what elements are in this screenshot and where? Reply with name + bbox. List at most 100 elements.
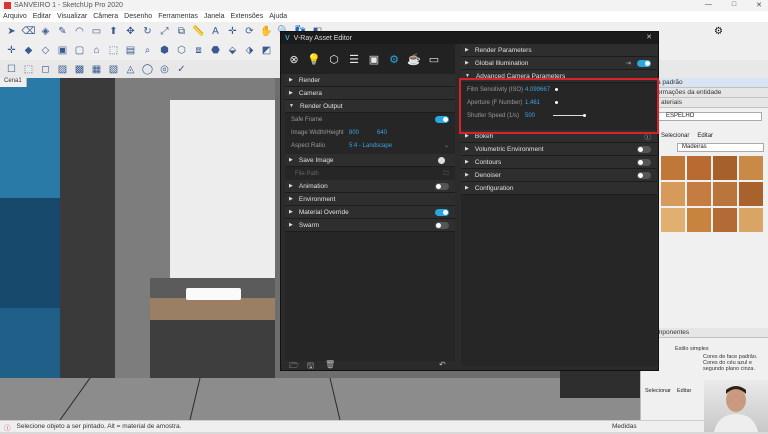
- back-edges-icon[interactable]: ⬚: [21, 62, 36, 77]
- axes-icon[interactable]: ✛: [225, 24, 240, 39]
- save-icon[interactable]: 🖫: [307, 360, 314, 374]
- pan-icon[interactable]: ✋: [259, 24, 274, 39]
- chevron-down-icon[interactable]: ⌄: [444, 142, 449, 149]
- menu-camera[interactable]: Câmera: [93, 13, 118, 20]
- save-image-radio[interactable]: [438, 156, 445, 164]
- materials-icon[interactable]: ▤: [123, 43, 138, 58]
- gi-toggle[interactable]: [637, 59, 651, 67]
- top-view-icon[interactable]: ▣: [55, 43, 70, 58]
- menu-arquivo[interactable]: Arquivo: [3, 13, 27, 20]
- category-select[interactable]: Madeiras: [677, 143, 764, 152]
- vray-close-button[interactable]: ✕: [646, 33, 652, 41]
- hidden-line-icon[interactable]: ▨: [55, 62, 70, 77]
- iso-view-icon[interactable]: ◇: [38, 43, 53, 58]
- denoiser-toggle[interactable]: [637, 171, 651, 179]
- select-icon[interactable]: ➤: [4, 24, 19, 39]
- swatch[interactable]: [687, 156, 711, 180]
- tape-icon[interactable]: 📏: [191, 24, 206, 39]
- section-configuration[interactable]: ▶ Configuration: [461, 182, 657, 195]
- material-name-field[interactable]: ESPELHO: [647, 112, 762, 121]
- shell-icon[interactable]: ⬡: [174, 43, 189, 58]
- check-icon[interactable]: ✓: [174, 62, 189, 77]
- swatch[interactable]: [739, 208, 763, 232]
- menu-visualizar[interactable]: Visualizar: [57, 13, 87, 20]
- swatch[interactable]: [739, 182, 763, 206]
- materials-header[interactable]: ateriais: [641, 98, 768, 108]
- section-camera[interactable]: ▶ Camera: [285, 87, 455, 100]
- entity-info-header[interactable]: ormações da entidade: [641, 88, 768, 98]
- menu-janela[interactable]: Janela: [204, 13, 225, 20]
- maximize-button[interactable]: □: [732, 1, 736, 9]
- section-environment[interactable]: ▶ Environment: [285, 193, 455, 206]
- swatch[interactable]: [713, 156, 737, 180]
- tab-select[interactable]: Selecionar: [661, 133, 689, 139]
- orbit-icon[interactable]: ⟳: [242, 24, 257, 39]
- monochrome-icon[interactable]: ▧: [106, 62, 121, 77]
- revert-icon[interactable]: ↶: [439, 360, 446, 369]
- scale-icon[interactable]: ⤢: [157, 24, 172, 39]
- lights-category-icon[interactable]: 💡: [307, 52, 321, 66]
- components-icon[interactable]: ⬚: [106, 43, 121, 58]
- subtract-icon[interactable]: ⬙: [225, 43, 240, 58]
- materials-category-icon[interactable]: ⊗: [287, 52, 301, 66]
- swatch[interactable]: [661, 208, 685, 232]
- volumetric-toggle[interactable]: [637, 145, 651, 153]
- styles-tab-select[interactable]: Selecionar: [645, 388, 671, 394]
- minimize-button[interactable]: —: [705, 1, 712, 9]
- gi-options-icon[interactable]: ⇥: [626, 59, 631, 67]
- geometry-category-icon[interactable]: ⬡: [327, 52, 341, 66]
- solid-tool-icon[interactable]: ⬢: [157, 43, 172, 58]
- image-width-value[interactable]: 800: [349, 130, 359, 136]
- move-tool-icon[interactable]: ✛: [4, 43, 19, 58]
- section-material-override[interactable]: ▶ Material Override: [285, 206, 455, 219]
- delete-icon[interactable]: 🗑: [325, 360, 335, 369]
- swatch[interactable]: [713, 208, 737, 232]
- rotate-icon[interactable]: ↻: [140, 24, 155, 39]
- swatch[interactable]: [661, 182, 685, 206]
- section-render-parameters[interactable]: ▶ Render Parameters: [461, 44, 657, 57]
- textured-icon[interactable]: ▦: [89, 62, 104, 77]
- rectangle-icon[interactable]: ▭: [89, 24, 104, 39]
- move-icon[interactable]: ✥: [123, 24, 138, 39]
- components-header[interactable]: mponentes: [641, 328, 768, 338]
- search-icon[interactable]: ⌕: [140, 43, 155, 58]
- globe-icon[interactable]: ◎: [157, 62, 172, 77]
- trim-icon[interactable]: ⬗: [242, 43, 257, 58]
- layers-category-icon[interactable]: ☰: [347, 52, 361, 66]
- section-denoiser[interactable]: ▶ Denoiser: [461, 169, 657, 182]
- contours-toggle[interactable]: [637, 158, 651, 166]
- menu-desenho[interactable]: Desenho: [124, 13, 152, 20]
- settings-category-icon[interactable]: ⚙: [387, 52, 401, 66]
- sandbox-icon[interactable]: ◬: [123, 62, 138, 77]
- section-animation[interactable]: ▶ Animation: [285, 180, 455, 193]
- offset-icon[interactable]: ⧉: [174, 24, 189, 39]
- settings-gear-icon[interactable]: ⚙: [711, 24, 726, 39]
- shaded-icon[interactable]: ▩: [72, 62, 87, 77]
- material-override-toggle[interactable]: [435, 208, 449, 216]
- section-contours[interactable]: ▶ Contours: [461, 156, 657, 169]
- section-render-output[interactable]: ▼ Render Output: [285, 100, 455, 113]
- swarm-toggle[interactable]: [435, 221, 449, 229]
- tab-edit[interactable]: Editar: [697, 133, 713, 139]
- frame-buffer-icon[interactable]: ▭: [427, 52, 441, 66]
- menu-ferramentas[interactable]: Ferramentas: [158, 13, 198, 20]
- swatch[interactable]: [687, 182, 711, 206]
- swatch[interactable]: [661, 156, 685, 180]
- section-swarm[interactable]: ▶ Swarm: [285, 219, 455, 232]
- close-button[interactable]: ✕: [756, 1, 762, 9]
- section-render[interactable]: ▶ Render: [285, 74, 455, 87]
- home-icon[interactable]: ⌂: [89, 43, 104, 58]
- scene-tab[interactable]: Cena1: [0, 78, 27, 87]
- arc-icon[interactable]: ◠: [72, 24, 87, 39]
- folder-icon[interactable]: 🗀: [443, 169, 449, 179]
- render-teapot-icon[interactable]: ☕: [407, 52, 421, 66]
- safe-frame-toggle[interactable]: [435, 116, 449, 123]
- save-image-row[interactable]: ▶ Save Image: [285, 154, 455, 167]
- aspect-ratio-select[interactable]: 5:4 - Landscape: [349, 143, 392, 149]
- menu-extensoes[interactable]: Extensões: [231, 13, 264, 20]
- menu-editar[interactable]: Editar: [33, 13, 51, 20]
- open-folder-icon[interactable]: 🗁: [289, 360, 299, 374]
- paint-bucket-icon[interactable]: ◈: [38, 24, 53, 39]
- swatch[interactable]: [687, 208, 711, 232]
- sphere-icon[interactable]: ◯: [140, 62, 155, 77]
